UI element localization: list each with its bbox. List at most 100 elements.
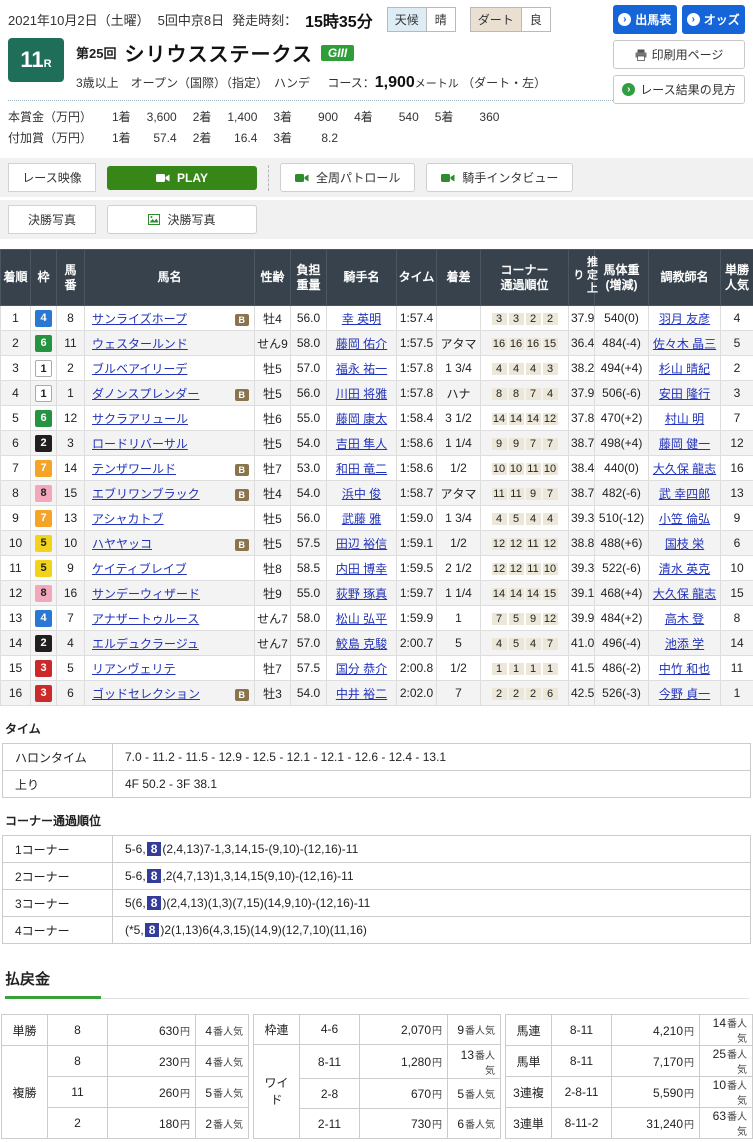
jockey-link[interactable]: 荻野 琢真 (336, 587, 387, 601)
margin: 1 3/4 (437, 506, 481, 531)
finish-position: 7 (1, 456, 31, 481)
jockey-link[interactable]: 和田 竜二 (336, 462, 387, 476)
trainer-link[interactable]: 高木 登 (665, 612, 704, 626)
trainer-link[interactable]: 小笠 倫弘 (659, 512, 710, 526)
jockey-link[interactable]: 武藤 雅 (342, 512, 381, 526)
corner-order-text: )2(1,13)6(4,3,15)(14,9)(12,7,10)(11,16) (160, 923, 367, 937)
horse-name-link[interactable]: ゴッドセレクション (92, 687, 200, 701)
col-carried-weight: 負担 重量 (291, 250, 327, 306)
entry-table-button[interactable]: › 出馬表 (613, 5, 677, 34)
finish-photo-button[interactable]: 決勝写真 (107, 205, 257, 234)
trainer-link[interactable]: 中竹 和也 (659, 662, 710, 676)
jockey-link[interactable]: 幸 英明 (342, 312, 381, 326)
result-row: 623ロードリバーサル牡554.0吉田 隼人1:58.61 1/4997738.… (1, 431, 753, 456)
horse-name-link[interactable]: ブルベアイリーデ (92, 362, 187, 376)
corner-section-title: コーナー通過順位 (5, 812, 753, 829)
payout-amount-value: 7,170 (653, 1055, 683, 1069)
trainer-link[interactable]: 杉山 晴紀 (659, 362, 710, 376)
trainer-link[interactable]: 大久保 龍志 (653, 587, 716, 601)
jockey-link[interactable]: 鮫島 克駿 (336, 637, 387, 651)
trainer-link[interactable]: 清水 英克 (659, 562, 710, 576)
horse-name-link[interactable]: エブリワンブラック (92, 487, 200, 501)
blinker-badge: B (235, 689, 250, 701)
payout-table: 単勝8630円4番人気複勝8230円4番人気11260円5番人気2180円2番人… (1, 1014, 249, 1139)
corner-order-cell: 2226 (481, 681, 569, 706)
win-popularity: 15 (721, 581, 753, 606)
trainer-link[interactable]: 国枝 栄 (665, 537, 704, 551)
payout-popularity: 5番人気 (448, 1079, 501, 1109)
jockey-link[interactable]: 福永 祐一 (336, 362, 387, 376)
odds-button[interactable]: › オッズ (682, 5, 746, 34)
jockey-link[interactable]: 藤岡 康太 (336, 412, 387, 426)
patrol-video-button[interactable]: 全周パトロール (280, 163, 415, 192)
trainer-link[interactable]: 安田 隆行 (659, 387, 710, 401)
jockey-link[interactable]: 川田 将雅 (336, 387, 387, 401)
corner-order-text: 5-6, (125, 842, 146, 856)
how-to-read-button[interactable]: › レース結果の見方 (613, 75, 745, 104)
payout-amount-value: 31,240 (646, 1117, 683, 1131)
horse-name-link[interactable]: ハヤヤッコ (92, 537, 152, 551)
prize-value: 1,400 (211, 107, 257, 128)
jockey-link[interactable]: 国分 恭介 (336, 662, 387, 676)
payout-amount: 5,590円 (612, 1077, 700, 1108)
corner-order-text: (2,4,13)7-1,3,14,15-(9,10)-(12,16)-11 (162, 842, 358, 856)
horse-name-link[interactable]: テンザワールド (92, 462, 176, 476)
jockey-link[interactable]: 松山 弘平 (336, 612, 387, 626)
horse-name-link[interactable]: アナザートゥルース (92, 612, 199, 626)
course-label: コース： (327, 76, 374, 90)
corner-position: 4 (526, 513, 541, 525)
trainer-link[interactable]: 佐々木 晶三 (653, 337, 716, 351)
blinker-badge: B (235, 314, 250, 326)
finish-time: 1:59.1 (397, 531, 437, 556)
win-popularity: 8 (721, 606, 753, 631)
margin: 2 1/2 (437, 556, 481, 581)
jockey-link[interactable]: 藤岡 佑介 (336, 337, 387, 351)
result-row: 148Bサンライズホープ牡456.0幸 英明1:57.4332237.9540(… (1, 306, 753, 331)
trainer-link[interactable]: 武 幸四郎 (659, 487, 710, 501)
print-page-button[interactable]: 印刷用ページ (613, 40, 745, 69)
jockey-link[interactable]: 内田 博幸 (336, 562, 387, 576)
play-button[interactable]: PLAY (107, 166, 257, 190)
win-popularity: 10 (721, 556, 753, 581)
time-row: 上り4F 50.2 - 3F 38.1 (3, 771, 751, 798)
horse-name-link[interactable]: ダノンスプレンダー (92, 387, 199, 401)
horse-name-link[interactable]: ウェスタールンド (92, 337, 188, 351)
jockey-link[interactable]: 田辺 裕信 (336, 537, 387, 551)
jockey-link[interactable]: 中井 裕二 (336, 687, 387, 701)
trainer-link[interactable]: 今野 貞一 (659, 687, 710, 701)
horse-number: 3 (57, 431, 85, 456)
trainer-link[interactable]: 村山 明 (665, 412, 704, 426)
horse-name-link[interactable]: リアンヴェリテ (92, 662, 176, 676)
margin: 3 1/2 (437, 406, 481, 431)
jockey-interview-button[interactable]: 騎手インタビュー (426, 163, 573, 192)
frame-number-badge: 4 (35, 310, 52, 327)
trainer-link[interactable]: 池添 学 (665, 637, 704, 651)
corner-position: 14 (526, 413, 541, 425)
popularity-suffix: 番人気 (727, 1050, 747, 1076)
trainer-link[interactable]: 羽月 友彦 (659, 312, 710, 326)
horse-name-link[interactable]: エルデュクラージュ (92, 637, 199, 651)
finish-time: 2:00.8 (397, 656, 437, 681)
finish-time: 1:59.0 (397, 506, 437, 531)
horse-name-link[interactable]: アシャカトブ (92, 512, 164, 526)
horse-name-link[interactable]: サンライズホープ (92, 312, 187, 326)
frame-number-badge: 3 (35, 660, 52, 677)
horse-name-link[interactable]: ケイティブレイブ (92, 562, 187, 576)
jockey-link[interactable]: 浜中 俊 (342, 487, 381, 501)
jockey-link[interactable]: 吉田 隼人 (336, 437, 387, 451)
sex-age: 牡5 (255, 431, 291, 456)
prize-place: 1着 (112, 107, 131, 128)
win-popularity: 1 (721, 681, 753, 706)
horse-name-link[interactable]: サクラアリュール (92, 412, 188, 426)
trainer-link[interactable]: 大久保 龍志 (653, 462, 716, 476)
result-row: 411Bダノンスプレンダー牡556.0川田 将雅1:57.8ハナ887437.9… (1, 381, 753, 406)
horse-name-link[interactable]: ロードリバーサル (92, 437, 188, 451)
bet-type-label: 馬連 (506, 1015, 552, 1046)
win-popularity: 7 (721, 406, 753, 431)
corner-position: 2 (526, 688, 541, 700)
winning-combination: 2 (48, 1108, 108, 1139)
trainer-link[interactable]: 藤岡 健一 (659, 437, 710, 451)
popularity-suffix: 番人気 (465, 1090, 495, 1101)
horse-name-link[interactable]: サンデーウィザード (92, 587, 200, 601)
finish-position: 1 (1, 306, 31, 331)
